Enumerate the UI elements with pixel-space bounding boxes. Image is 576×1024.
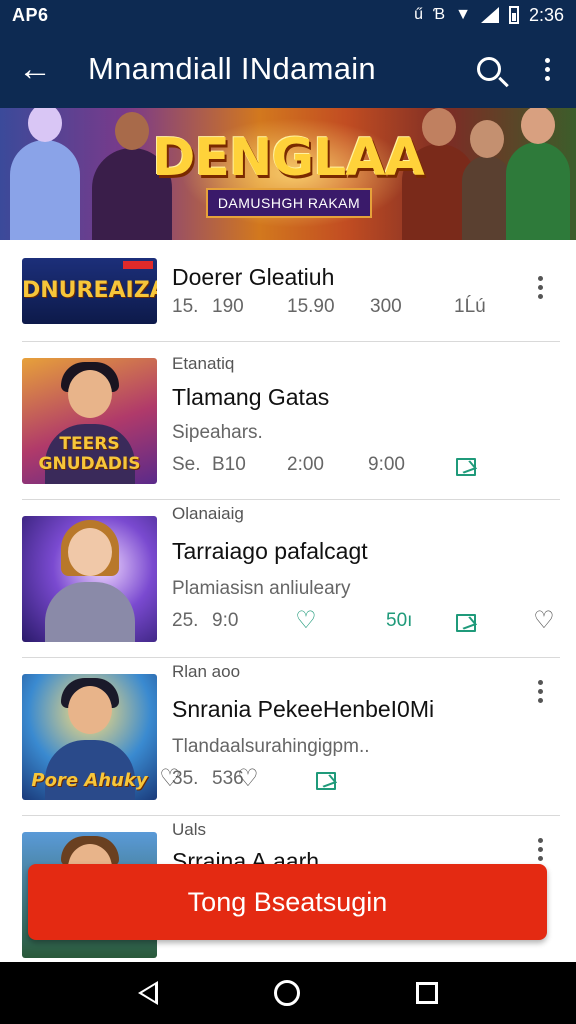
item-category: Etanatiq <box>172 354 235 373</box>
stat-rank: 15. <box>172 296 199 317</box>
stat-value: B10 <box>212 454 246 475</box>
bookmark-button[interactable] <box>312 768 340 794</box>
bookmark-icon <box>456 458 476 476</box>
heart-outline-icon: ♡ <box>295 607 317 634</box>
game-thumbnail: DNUREAIZA <box>22 258 157 324</box>
item-category: Rlan aoo <box>172 662 241 681</box>
notification-icon-a: ű <box>414 6 423 23</box>
bookmark-icon <box>456 614 476 632</box>
item-category: Olanaiaig <box>172 504 244 523</box>
item-stats: 25. 9:0 50ı <box>172 610 560 636</box>
list-item[interactable]: Pore Ahuky Rlan aoo Snrania PekeeHenbeI0… <box>22 658 560 816</box>
more-vert-icon <box>544 57 550 81</box>
status-icons: ű Ɓ ▼ 2:36 <box>414 5 564 26</box>
thumbnail-caption: TEERS GNUDADIS <box>38 434 141 474</box>
like-button[interactable]: ♡ <box>156 766 184 792</box>
item-more-button[interactable] <box>526 678 554 704</box>
heart-outline-icon: ♡ <box>159 765 181 792</box>
more-vert-icon <box>537 679 543 703</box>
item-title: Tlamang Gatas <box>172 384 330 410</box>
bookmark-button[interactable] <box>452 454 480 480</box>
stat-time-end: 9:00 <box>368 454 405 475</box>
search-icon <box>477 57 501 81</box>
stat-players: 15.90 <box>287 296 335 317</box>
status-bar: AP6 ű Ɓ ▼ 2:36 <box>0 0 576 30</box>
banner-subtitle: DAMUSHGH RAKAM <box>206 188 372 218</box>
stat-value: 190 <box>212 296 244 317</box>
heart-outline-icon: ♡ <box>533 607 555 634</box>
battery-icon <box>508 6 519 24</box>
app-bar: ← Mnamdiall INdamain <box>0 30 576 108</box>
thumbnail-caption: Pore Ahuky <box>31 770 148 791</box>
game-thumbnail <box>22 516 157 642</box>
item-stats: Se. B10 2:00 9:00 <box>172 454 560 480</box>
bookmark-button[interactable] <box>452 610 480 636</box>
item-title: Doerer Gleatiuh <box>172 264 335 290</box>
search-button[interactable] <box>460 30 518 108</box>
item-more-button[interactable] <box>526 836 554 862</box>
wifi-icon: ▼ <box>455 6 471 23</box>
back-button[interactable]: ← <box>0 30 70 108</box>
item-stats: 35. 536 <box>172 768 560 794</box>
item-more-button[interactable] <box>526 274 554 300</box>
item-description: Plamiasisn anliuleary <box>172 578 351 599</box>
overflow-menu-button[interactable] <box>518 30 576 108</box>
heart-outline-icon: ♡ <box>237 765 259 792</box>
stat-rank: 25. <box>172 610 199 631</box>
thumbnail-caption: DNUREAIZA <box>22 278 157 303</box>
item-title: Snrania PekeeHenbeI0Mi <box>172 696 435 722</box>
stat-value: 9:0 <box>212 610 239 631</box>
item-description: Sipeahars. <box>172 422 263 443</box>
game-thumbnail: TEERS GNUDADIS <box>22 358 157 484</box>
primary-action-button[interactable]: Tong Bseatsugin <box>28 864 547 940</box>
nav-back-icon[interactable] <box>138 981 158 1005</box>
bookmark-icon <box>316 772 336 790</box>
list-item[interactable]: Olanaiaig Tarraiago pafalcagt Plamiasisn… <box>22 500 560 658</box>
upvote-button[interactable]: ♡ <box>292 608 320 634</box>
stat-time-start: 2:00 <box>287 454 324 475</box>
more-vert-icon <box>537 837 543 861</box>
nav-recents-icon[interactable] <box>416 982 438 1004</box>
item-stats: 15. 190 15.90 300 1Ĺú <box>172 296 560 322</box>
like-button[interactable]: ♡ <box>530 608 558 634</box>
list-item[interactable]: DNUREAIZA Doerer Gleatiuh 15. 190 15.90 … <box>22 240 560 342</box>
arrow-left-icon: ← <box>18 49 52 88</box>
system-nav-bar <box>0 962 576 1024</box>
stat-rank: Se. <box>172 454 201 475</box>
upvote-button[interactable]: ♡ <box>234 766 262 792</box>
game-thumbnail: Pore Ahuky <box>22 674 157 800</box>
nav-home-icon[interactable] <box>274 980 300 1006</box>
notification-icon-b: Ɓ <box>432 6 446 23</box>
item-title: Tarraiago pafalcagt <box>172 538 368 564</box>
stat-extra: 1Ĺú <box>454 296 486 317</box>
status-carrier: AP6 <box>12 4 49 25</box>
stat-online: 300 <box>370 296 402 317</box>
item-description: Tlandaalsurahingigpm.. <box>172 736 370 757</box>
item-category: Uals <box>172 820 207 839</box>
banner-title: DENGLAA <box>152 128 425 188</box>
signal-icon <box>480 7 499 23</box>
list-item[interactable]: TEERS GNUDADIS Etanatiq Tlamang Gatas Si… <box>22 342 560 500</box>
page-title: Mnamdiall INdamain <box>88 51 376 86</box>
hero-banner[interactable]: DENGLAA DAMUSHGH RAKAM <box>0 108 576 240</box>
stat-count: 50ı <box>386 610 413 631</box>
status-time: 2:36 <box>528 4 564 25</box>
more-vert-icon <box>537 275 543 299</box>
